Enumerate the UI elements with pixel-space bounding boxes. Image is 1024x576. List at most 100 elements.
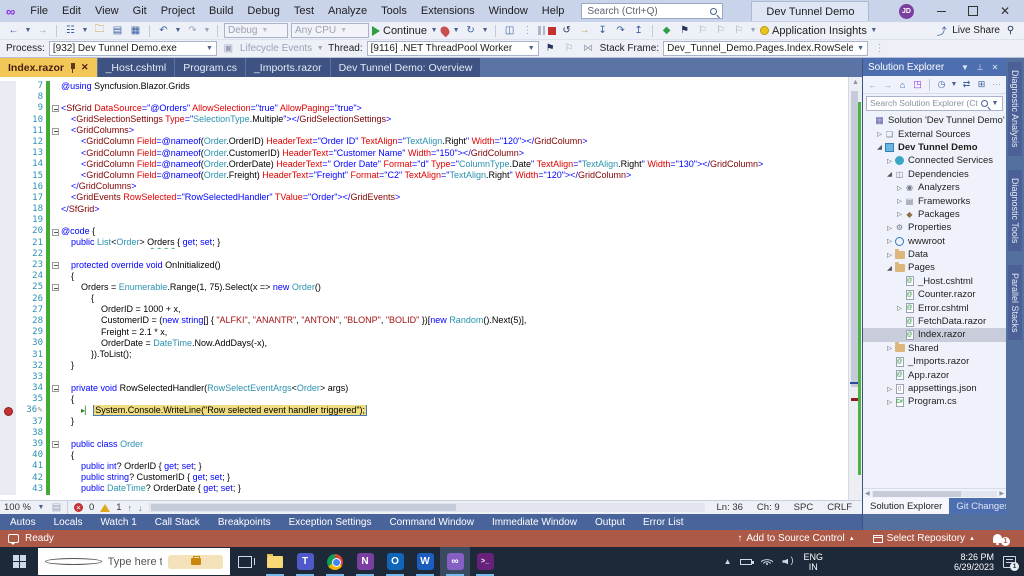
unflag-threads-icon[interactable]: ⚐ [562, 41, 577, 56]
application-insights-caret[interactable]: ▼ [870, 27, 878, 34]
fold-margin[interactable] [50, 229, 61, 236]
navigate-back-caret[interactable]: ▼ [24, 27, 32, 34]
redo-caret[interactable]: ▼ [203, 27, 211, 34]
application-insights-button[interactable]: Application Insights [772, 25, 867, 37]
menu-file[interactable]: File [23, 3, 55, 19]
breakpoint-icon[interactable] [4, 407, 13, 416]
hot-reload-caret[interactable]: ▼ [452, 27, 460, 34]
step-out-icon[interactable]: ↥ [631, 23, 646, 38]
live-unit-testing-icon[interactable]: ◆ [659, 23, 674, 38]
horizontal-scrollbar-thumb[interactable] [151, 504, 457, 511]
panel-tab-exception-settings[interactable]: Exception Settings [281, 516, 380, 529]
code-line[interactable]: 39 public class Order [0, 439, 848, 450]
scrollbar-thumb[interactable] [851, 91, 858, 387]
editor-vertical-scrollbar[interactable]: ▲ [848, 77, 862, 500]
fold-margin[interactable] [50, 441, 61, 448]
lifecycle-events-caret[interactable]: ▼ [316, 45, 324, 52]
panel-tab-watch-1[interactable]: Watch 1 [92, 516, 144, 529]
fold-margin[interactable] [50, 284, 61, 291]
tree-item-shared[interactable]: ▷Shared [863, 342, 1006, 355]
scroll-up-icon[interactable]: ▲ [849, 77, 862, 88]
menu-window[interactable]: Window [482, 3, 535, 19]
code-line[interactable]: 26 { [0, 294, 848, 305]
document-outline-icon[interactable]: ▤ [51, 500, 62, 515]
code-line[interactable]: 28 CustomerID = (new string[] { "ALFKI",… [0, 316, 848, 327]
tree-item-index-razor[interactable]: @Index.razor [863, 328, 1006, 341]
breakpoint-margin[interactable] [0, 473, 16, 484]
code-line[interactable]: 15 <GridColumn Field=@nameof(Order.Freig… [0, 171, 848, 182]
new-project-caret[interactable]: ▼ [81, 27, 89, 34]
code-line[interactable]: 27 OrderID = 1000 + x, [0, 305, 848, 316]
taskbar-search-box[interactable]: Type here to search [38, 548, 230, 575]
solution-configurations-dropdown[interactable]: Debug▼ [224, 23, 288, 38]
menu-project[interactable]: Project [154, 3, 202, 19]
error-count[interactable]: 0 [89, 502, 94, 513]
warning-count[interactable]: 1 [116, 502, 121, 513]
feedback-bubble-icon[interactable] [8, 534, 19, 543]
breakpoint-margin[interactable] [0, 249, 16, 260]
tree-item-pages[interactable]: ◢Pages [863, 261, 1006, 274]
previous-bookmark-icon[interactable]: ⚐ [695, 23, 710, 38]
code-line[interactable]: 8 [0, 92, 848, 103]
wifi-icon[interactable] [761, 557, 773, 567]
tree-item-counter-razor[interactable]: @Counter.razor [863, 288, 1006, 301]
breakpoint-margin[interactable] [0, 450, 16, 461]
open-folder-icon[interactable]: 🗀 [92, 23, 107, 38]
breakpoint-margin[interactable] [0, 215, 16, 226]
tree-collapse-arrow-icon[interactable]: ▷ [885, 344, 894, 352]
zoom-caret[interactable]: ▼ [37, 504, 45, 511]
breakpoint-margin[interactable] [0, 350, 16, 361]
collapse-region-icon[interactable] [52, 262, 59, 269]
close-panel-icon[interactable]: ✕ [989, 63, 1001, 72]
notifications-bell-button[interactable]: 1 [987, 531, 1016, 546]
breakpoint-margin[interactable] [0, 115, 16, 126]
collapse-region-icon[interactable] [52, 284, 59, 291]
tree-item-properties[interactable]: ▷⚙Properties [863, 221, 1006, 234]
se-overflow-icon[interactable]: ⋯ [990, 78, 1003, 91]
menu-build[interactable]: Build [202, 3, 240, 19]
se-scrollbar-thumb[interactable] [873, 491, 961, 497]
code-line[interactable]: 36✎ ▸▏System.Console.WriteLine("Row sele… [0, 405, 848, 416]
code-line[interactable]: 7@using Syncfusion.Blazor.Grids [0, 81, 848, 92]
fold-margin[interactable] [50, 385, 61, 392]
taskbar-app-outlook[interactable]: O [380, 547, 410, 576]
tree-item-wwwroot[interactable]: ▷wwwroot [863, 235, 1006, 248]
collapse-region-icon[interactable] [52, 229, 59, 236]
breakpoint-margin[interactable] [0, 148, 16, 159]
tree-item-program-cs[interactable]: ▷C#Program.cs [863, 395, 1006, 408]
collapse-all-icon[interactable]: ⊞ [975, 78, 988, 91]
side-tab-diagnostic-analysis[interactable]: Diagnostic Analysis [1008, 62, 1022, 156]
panel-tab-autos[interactable]: Autos [2, 516, 44, 529]
breakpoint-margin[interactable] [0, 327, 16, 338]
tree-item-dependencies[interactable]: ◢◫Dependencies [863, 168, 1006, 181]
taskbar-app-console-app[interactable]: >_ [470, 547, 500, 576]
code-line[interactable]: 30 OrderDate = DateTime.Now.AddDays(-x), [0, 338, 848, 349]
se-forward-icon[interactable]: → [881, 78, 894, 91]
menu-view[interactable]: View [88, 3, 126, 19]
live-share-button[interactable]: Live Share [952, 25, 1000, 36]
breakpoint-margin[interactable] [0, 383, 16, 394]
code-line[interactable]: 33 [0, 372, 848, 383]
breakpoint-margin[interactable] [0, 417, 16, 428]
add-bookmark-icon[interactable]: ⚑ [677, 23, 692, 38]
volume-icon[interactable] [782, 557, 794, 567]
code-line[interactable]: 25 Orders = Enumerable.Range(1, 75).Sele… [0, 282, 848, 293]
breakpoint-margin[interactable] [0, 204, 16, 215]
editor-horizontal-scrollbar[interactable] [149, 503, 705, 512]
panel-tab-call-stack[interactable]: Call Stack [147, 516, 208, 529]
se-scroll-left-icon[interactable]: ◀ [865, 490, 870, 497]
tree-collapse-arrow-icon[interactable]: ▷ [885, 224, 894, 232]
fold-margin[interactable] [50, 105, 61, 112]
restart-app-icon[interactable]: ↻ [463, 23, 478, 38]
tree-item-connected-services[interactable]: ▷Connected Services [863, 154, 1006, 167]
collapse-region-icon[interactable] [52, 105, 59, 112]
restart-debugging-icon[interactable]: ↺ [559, 23, 574, 38]
feedback-icon[interactable]: ⚲ [1003, 23, 1018, 38]
tree-collapse-arrow-icon[interactable]: ▷ [875, 130, 884, 138]
stop-debugging-icon[interactable] [548, 27, 556, 35]
breakpoint-margin[interactable] [0, 92, 16, 103]
breakpoint-margin[interactable] [0, 394, 16, 405]
taskbar-app-onenote[interactable]: N [350, 547, 380, 576]
breakpoint-margin[interactable] [0, 81, 16, 92]
line-ending-indicator[interactable]: CRLF [827, 502, 852, 513]
